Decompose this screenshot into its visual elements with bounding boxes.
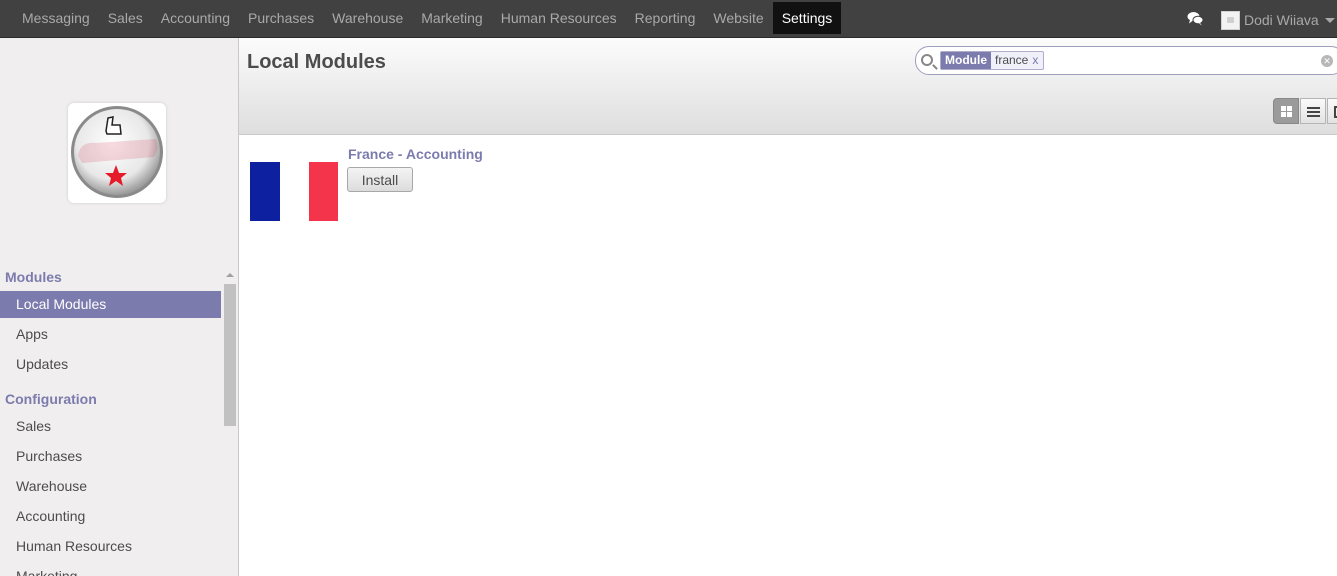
search-box[interactable]: Module france x ✕ (915, 46, 1337, 75)
clear-search-icon[interactable]: ✕ (1321, 55, 1333, 67)
facet-category: Module (941, 52, 991, 69)
menu-item-website[interactable]: Website (704, 1, 772, 35)
user-name: Dodi Wiiava (1244, 12, 1319, 28)
page-header: Local Modules Module france x ✕ (239, 38, 1337, 135)
sidebar-item-human-resources[interactable]: Human Resources (0, 533, 221, 560)
sidebar-item-marketing[interactable]: Marketing (0, 563, 221, 576)
list-view-button[interactable] (1300, 98, 1326, 124)
sidebar: Modules Local Modules Apps Updates Confi… (0, 38, 239, 576)
menu-item-purchases[interactable]: Purchases (239, 1, 323, 35)
sidebar-item-local-modules[interactable]: Local Modules (0, 291, 221, 318)
sidebar-section-modules: Modules (5, 269, 62, 285)
search-icon[interactable] (921, 54, 933, 66)
module-name[interactable]: France - Accounting (348, 146, 483, 162)
form-view-button[interactable] (1327, 98, 1337, 124)
menu-item-settings[interactable]: Settings (772, 2, 842, 34)
sidebar-item-accounting[interactable]: Accounting (0, 503, 221, 530)
sidebar-item-updates[interactable]: Updates (0, 351, 221, 378)
grid-icon (1281, 106, 1292, 117)
chat-icon[interactable] (1187, 11, 1204, 26)
menu-item-reporting[interactable]: Reporting (626, 1, 705, 35)
top-navbar: Messaging Sales Accounting Purchases War… (0, 0, 1337, 38)
company-logo[interactable] (68, 103, 166, 203)
page-title: Local Modules (247, 51, 386, 73)
sidebar-item-apps[interactable]: Apps (0, 321, 221, 348)
kanban-view-button[interactable] (1273, 98, 1299, 124)
module-kanban: France - Accounting Install (239, 136, 1337, 576)
chevron-down-icon (1324, 17, 1335, 23)
sidebar-item-purchases[interactable]: Purchases (0, 443, 221, 470)
menu-item-marketing[interactable]: Marketing (412, 1, 491, 35)
menu-item-warehouse[interactable]: Warehouse (323, 1, 412, 35)
menu-item-messaging[interactable]: Messaging (13, 1, 99, 35)
sidebar-item-warehouse[interactable]: Warehouse (0, 473, 221, 500)
sidebar-section-configuration: Configuration (5, 391, 97, 407)
scroll-up-icon[interactable] (226, 273, 234, 277)
list-icon (1307, 107, 1320, 117)
install-button[interactable]: Install (347, 167, 413, 192)
sidebar-item-sales[interactable]: Sales (0, 413, 221, 440)
menu-item-accounting[interactable]: Accounting (152, 1, 239, 35)
menu-item-sales[interactable]: Sales (99, 1, 152, 35)
menu-item-human-resources[interactable]: Human Resources (492, 1, 626, 35)
search-input[interactable] (1026, 51, 1306, 70)
scrollbar-thumb[interactable] (224, 284, 236, 426)
avatar (1221, 10, 1240, 30)
user-menu[interactable]: Dodi Wiiava (1221, 10, 1335, 30)
sidebar-scrollbar[interactable] (222, 270, 236, 576)
main-menu: Messaging Sales Accounting Purchases War… (13, 0, 842, 36)
france-flag-icon (250, 162, 338, 221)
